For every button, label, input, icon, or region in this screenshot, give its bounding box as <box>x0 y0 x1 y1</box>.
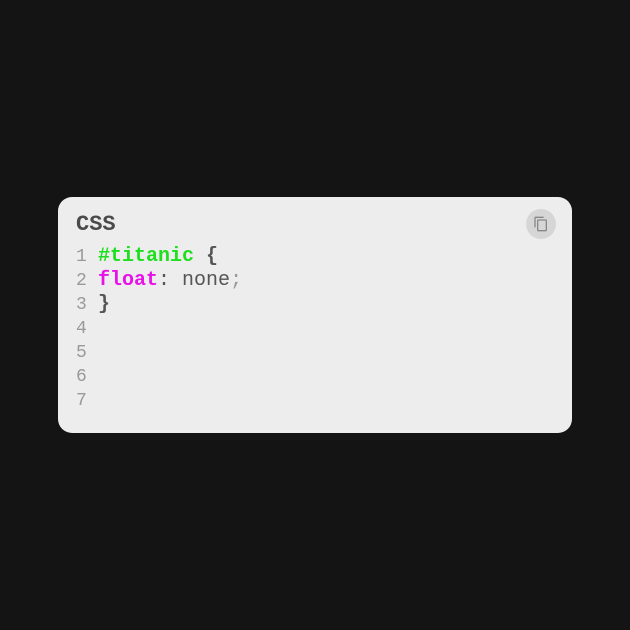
code-token: float <box>98 269 158 292</box>
code-snippet-card: CSS 1#titanic {2float: none;3}4567 <box>58 197 572 433</box>
code-line: 3} <box>76 293 554 317</box>
code-token <box>170 269 182 292</box>
code-line: 6 <box>76 365 554 389</box>
code-line: 2float: none; <box>76 269 554 293</box>
code-token: none <box>182 269 230 292</box>
line-number: 6 <box>76 365 98 389</box>
copy-icon <box>533 216 549 232</box>
code-token: { <box>206 245 218 268</box>
line-number: 5 <box>76 341 98 365</box>
code-token: ; <box>230 269 242 292</box>
code-token: } <box>98 293 110 316</box>
line-number: 4 <box>76 317 98 341</box>
card-header: CSS <box>58 209 572 245</box>
code-line: 1#titanic { <box>76 245 554 269</box>
line-number: 3 <box>76 293 98 317</box>
language-label: CSS <box>76 212 116 237</box>
line-number: 1 <box>76 245 98 269</box>
code-token: #titanic <box>98 245 194 268</box>
code-area: 1#titanic {2float: none;3}4567 <box>58 245 572 413</box>
code-line: 4 <box>76 317 554 341</box>
code-content: #titanic { <box>98 245 218 269</box>
code-content: } <box>98 293 110 317</box>
code-token <box>194 245 206 268</box>
code-line: 7 <box>76 389 554 413</box>
code-content: float: none; <box>98 269 242 293</box>
line-number: 2 <box>76 269 98 293</box>
code-line: 5 <box>76 341 554 365</box>
code-token: : <box>158 269 170 292</box>
line-number: 7 <box>76 389 98 413</box>
copy-button[interactable] <box>526 209 556 239</box>
